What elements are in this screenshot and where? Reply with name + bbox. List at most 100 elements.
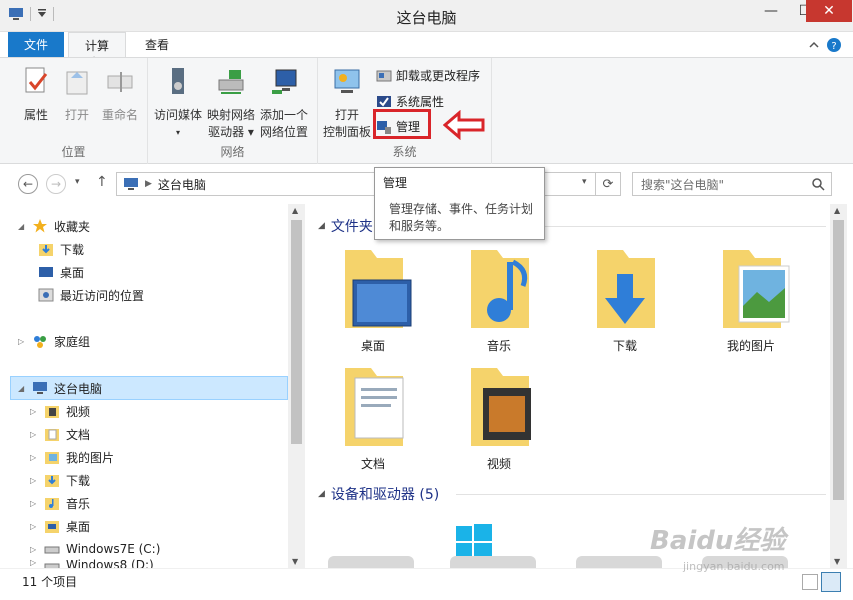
access-media-button[interactable]: 访问媒体 ▾ (152, 66, 204, 141)
expand-arrow-icon[interactable]: ◢ (18, 384, 26, 393)
up-button[interactable]: ↑ (96, 174, 108, 190)
scroll-down-arrow-icon[interactable]: ▼ (292, 557, 298, 566)
drive-icon[interactable] (450, 556, 536, 568)
chevron-up-icon[interactable] (808, 39, 820, 51)
content-scroll-thumb[interactable] (833, 220, 844, 500)
scroll-up-arrow-icon[interactable]: ▲ (292, 206, 298, 215)
tab-computer[interactable]: 计算机 (68, 32, 126, 70)
folder-label: 桌面 (360, 339, 385, 353)
svg-text:?: ? (831, 41, 836, 52)
nav-scroll-thumb[interactable] (291, 220, 302, 444)
watermark-url: jingyan.baidu.com (683, 560, 785, 573)
folder-documents[interactable]: 文档 (318, 358, 428, 472)
nav-downloads[interactable]: 下载 (38, 238, 84, 260)
ribbon-tabs: 文件 计算机 查看 ? (0, 32, 853, 70)
properties-icon (25, 67, 48, 93)
expand-arrow-icon[interactable]: ▷ (18, 337, 26, 346)
rename-button[interactable]: 重命名 (98, 66, 142, 124)
network-drive-icon (218, 70, 244, 94)
search-icon[interactable] (812, 178, 825, 191)
address-field[interactable]: ▶ 这台电脑 (116, 172, 621, 196)
collapse-arrow-icon[interactable]: ◢ (318, 489, 325, 499)
drive-icon[interactable] (576, 556, 662, 568)
tab-view[interactable]: 查看 (132, 32, 182, 58)
large-icons-view-button[interactable] (821, 572, 841, 592)
map-drive-button[interactable]: 映射网络 驱动器 ▾ (204, 66, 258, 141)
search-input[interactable]: 搜索"这台电脑" (632, 172, 832, 196)
uninstall-label: 卸载或更改程序 (396, 69, 481, 83)
back-button[interactable]: ← (18, 174, 38, 194)
pictures-folder-icon (723, 250, 790, 328)
nav-desktop-2[interactable]: ▷ 桌面 (30, 515, 90, 537)
network-location-icon (272, 69, 297, 94)
scroll-down-arrow-icon[interactable]: ▼ (834, 557, 840, 566)
refresh-button[interactable]: ⟳ (595, 172, 621, 196)
scroll-up-arrow-icon[interactable]: ▲ (834, 206, 840, 215)
details-view-button[interactable] (802, 574, 818, 590)
computer-icon (33, 382, 47, 394)
folder-videos[interactable]: 视频 (444, 358, 554, 472)
add-network-location-button[interactable]: 添加一个 网络位置 (258, 66, 310, 141)
expand-arrow-icon[interactable]: ▷ (30, 476, 38, 485)
nav-desktop[interactable]: 桌面 (38, 261, 84, 283)
add-network-label-2: 网络位置 (259, 125, 308, 139)
tab-file[interactable]: 文件 (8, 32, 64, 58)
nav-downloads-2[interactable]: ▷ 下载 (30, 469, 90, 491)
nav-videos[interactable]: ▷ 视频 (30, 400, 90, 422)
close-button[interactable]: ✕ (806, 0, 852, 22)
recent-locations-icon[interactable]: ▾ (75, 177, 80, 187)
expand-arrow-icon[interactable]: ▷ (30, 499, 38, 508)
forward-button[interactable]: → (46, 174, 66, 194)
folder-music[interactable]: 音乐 (444, 240, 554, 354)
open-control-panel-button[interactable]: 打开 控制面板 (320, 66, 374, 141)
expand-arrow-icon[interactable]: ▷ (30, 430, 38, 439)
nav-documents[interactable]: ▷ 文档 (30, 423, 90, 445)
devices-section-header[interactable]: ◢ 设备和驱动器 (5) (318, 484, 439, 504)
properties-button[interactable]: 属性 (16, 66, 56, 124)
map-drive-label-1: 映射网络 (206, 108, 255, 122)
nav-drive-c[interactable]: ▷ Windows7E (C:) (30, 538, 160, 560)
folder-label: 我的图片 (726, 339, 775, 353)
address-dropdown-icon[interactable]: ▾ (582, 177, 587, 187)
expand-arrow-icon[interactable]: ◢ (18, 222, 26, 231)
tooltip-title: 管理 (383, 176, 408, 190)
expand-arrow-icon[interactable]: ▷ (30, 407, 38, 416)
rename-icon (107, 72, 133, 92)
folder-downloads[interactable]: 下载 (570, 240, 680, 354)
minimize-button[interactable]: — (754, 0, 788, 22)
nav-drive-d[interactable]: ▷ Windows8 (D:) (30, 558, 154, 568)
folder-pictures[interactable]: 我的图片 (696, 240, 806, 354)
breadcrumb[interactable]: 这台电脑 (158, 176, 206, 193)
open-button[interactable]: 打开 (58, 66, 96, 124)
help-icon[interactable]: ? (826, 37, 842, 53)
group-network: 访问媒体 ▾ 映射网络 驱动器 ▾ 添加一个 网络位置 网络 (148, 58, 318, 164)
expand-arrow-icon[interactable]: ▷ (30, 522, 38, 531)
nav-recent[interactable]: 最近访问的位置 (38, 284, 144, 306)
desktop-folder-icon (45, 521, 59, 533)
expand-arrow-icon[interactable]: ▷ (30, 558, 38, 567)
folder-desktop[interactable]: 桌面 (318, 240, 428, 354)
system-properties-button[interactable]: 系统属性 (376, 93, 444, 110)
drive-icon (44, 563, 60, 568)
drive-icon[interactable] (328, 556, 414, 568)
music-folder-icon (471, 250, 529, 328)
collapse-arrow-icon[interactable]: ◢ (318, 221, 325, 231)
map-drive-label-2: 驱动器 ▾ (208, 125, 254, 139)
breadcrumb-separator: ▶ (145, 179, 152, 189)
uninstall-button[interactable]: 卸载或更改程序 (376, 67, 480, 84)
nav-homegroup[interactable]: ▷ 家庭组 (18, 330, 90, 352)
expand-arrow-icon[interactable]: ▷ (30, 453, 38, 462)
add-network-label-1: 添加一个 (259, 108, 308, 122)
nav-pictures[interactable]: ▷ 我的图片 (30, 446, 114, 468)
nav-scrollbar[interactable]: ▲ ▼ (288, 204, 305, 568)
nav-label: 文档 (66, 427, 91, 442)
expand-arrow-icon[interactable]: ▷ (30, 545, 38, 554)
nav-favorites[interactable]: ◢ 收藏夹 (18, 215, 90, 237)
nav-label: 下载 (66, 473, 91, 488)
nav-thispc[interactable]: ◢ 这台电脑 (18, 377, 102, 399)
documents-folder-icon (45, 429, 59, 441)
nav-music[interactable]: ▷ 音乐 (30, 492, 90, 514)
desktop-folder-icon (345, 250, 412, 328)
content-scrollbar[interactable]: ▲ ▼ (830, 204, 847, 568)
nav-label: 视频 (66, 404, 91, 419)
